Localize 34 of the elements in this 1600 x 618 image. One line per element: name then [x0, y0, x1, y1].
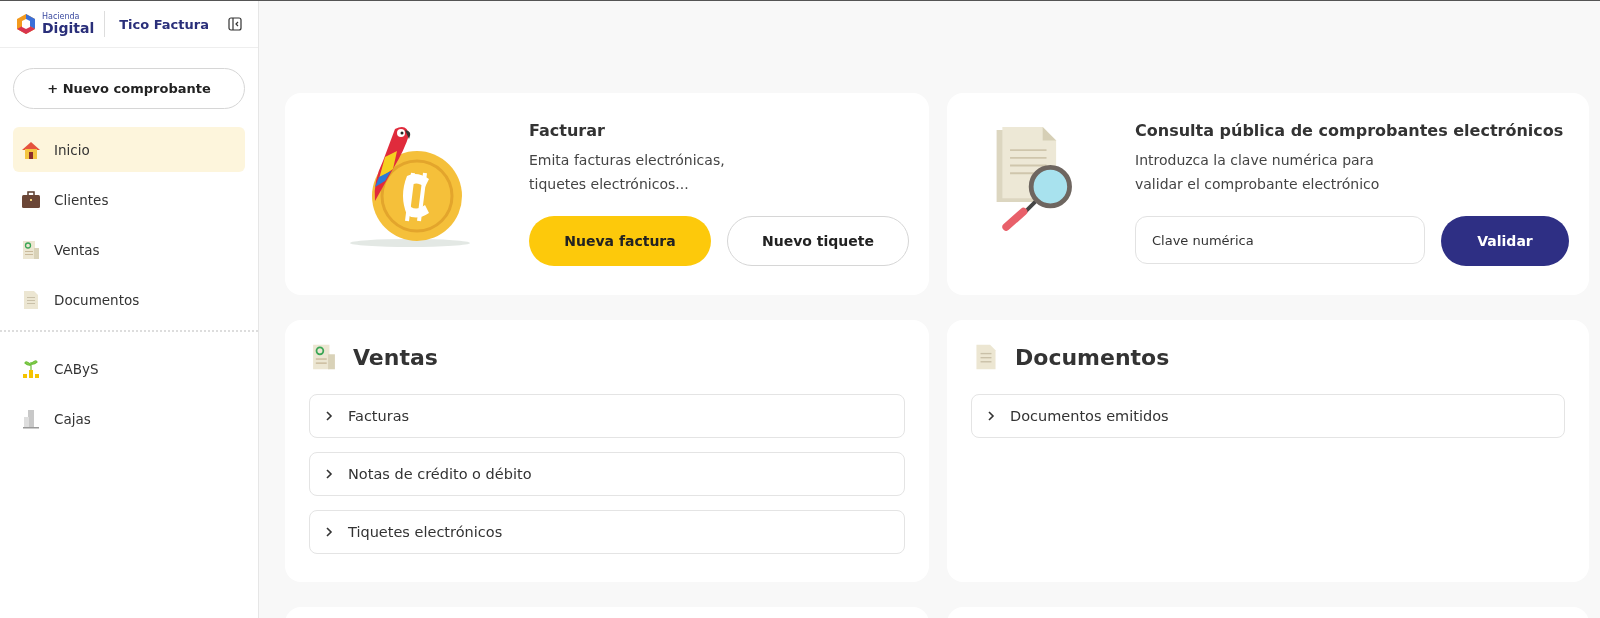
accordion-item[interactable]: Documentos emitidos [971, 394, 1565, 438]
collapse-sidebar-button[interactable] [226, 15, 244, 33]
nav-item[interactable]: Cajas [13, 396, 245, 441]
accordion-item[interactable]: Facturas [309, 394, 905, 438]
card-description: Introduzca la clave numérica para validar el comprobante electrónico [1135, 151, 1381, 194]
card-title: Facturar [529, 121, 606, 140]
app-name: Tico Factura [119, 16, 209, 32]
accordion-item[interactable]: Notas de crédito o débito [309, 452, 905, 496]
card-title: Consulta pública de comprobantes electrónicos [1135, 121, 1565, 140]
new-voucher-button[interactable]: + Nuevo comprobante [13, 68, 245, 109]
new-invoice-button[interactable]: Nueva factura [529, 216, 711, 266]
nav-item[interactable]: Ventas [13, 227, 245, 272]
section-title: Ventas [353, 344, 438, 370]
chevron-icon [986, 411, 996, 421]
sprout-coins-icon [20, 357, 42, 380]
chevron-icon [324, 469, 334, 479]
logo-text: Digital [42, 21, 95, 35]
briefcase-icon [20, 188, 42, 211]
numeric-key-field[interactable]: Clave numérica [1135, 216, 1425, 264]
nav-item[interactable]: Clientes [13, 177, 245, 222]
accordion-item[interactable]: Tiquetes electrónicos [309, 510, 905, 554]
building-icon [20, 407, 42, 430]
chevron-icon [324, 411, 334, 421]
validate-button[interactable]: Validar [1441, 216, 1569, 266]
nav-item[interactable]: Inicio [13, 127, 245, 172]
chevron-icon [324, 527, 334, 537]
new-ticket-button[interactable]: Nuevo tiquete [727, 216, 909, 266]
logo-text: Hacienda [42, 13, 81, 21]
card-description: Emita facturas electrónicas, tiquetes electrónicos... [529, 151, 726, 194]
nav-item[interactable]: CAByS [13, 346, 245, 391]
logo-icon [14, 12, 38, 36]
nav-item[interactable]: Documentos [13, 277, 245, 322]
section-title: Documentos [1015, 344, 1170, 370]
receipt-icon [20, 238, 42, 261]
